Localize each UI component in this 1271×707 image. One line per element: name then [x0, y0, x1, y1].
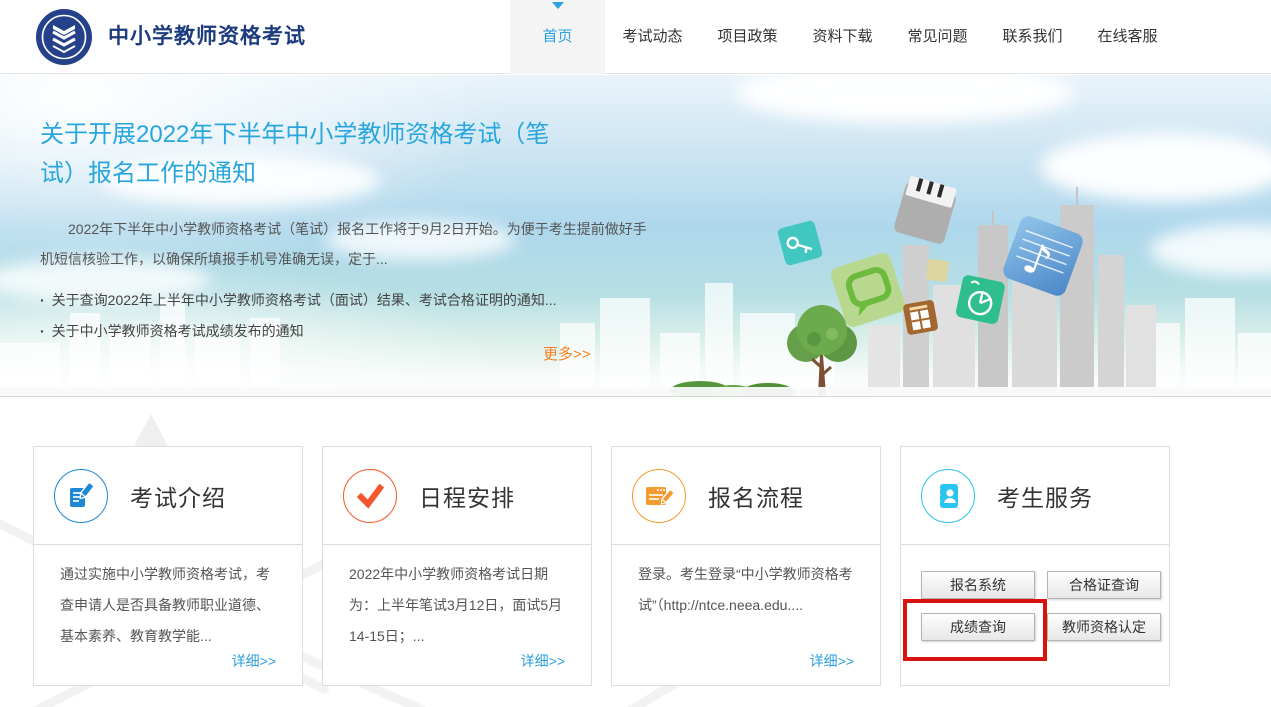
nav-item-online-service[interactable]: 在线客服 [1080, 0, 1175, 74]
hero-news-list: 关于查询2022年上半年中小学教师资格考试（面试）结果、考试合格证明的通知...… [40, 285, 660, 347]
detail-link[interactable]: 详细>> [810, 651, 854, 671]
card-body-text: 通过实施中小学教师资格考试，考查申请人是否具备教师职业道德、基本素养、教育教学能… [60, 566, 270, 644]
card-header: 日程安排 [323, 447, 591, 545]
news-link[interactable]: 关于查询2022年上半年中小学教师资格考试（面试）结果、考试合格证明的通知... [40, 285, 660, 316]
hero-notice-summary: 2022年下半年中小学教师资格考试（笔试）报名工作将于9月2日开始。为便于考生提… [40, 221, 647, 267]
nav-item-policies[interactable]: 项目政策 [700, 0, 795, 74]
nav-item-faq[interactable]: 常见问题 [890, 0, 985, 74]
nav-item-downloads[interactable]: 资料下载 [795, 0, 890, 74]
detail-link[interactable]: 详细>> [232, 651, 276, 671]
document-pencil-icon [54, 468, 108, 523]
detail-link[interactable]: 详细>> [521, 651, 565, 671]
hero-banner: ♪ 关于开展2022年下半年中小学教师资格考试（笔试）报名工作的通知 2022年… [0, 75, 1271, 397]
card-4: 考生服务 报名系统 合格证查询 成绩查询 教师资格认定 [900, 446, 1170, 686]
site-title: 中小学教师资格考试 [108, 25, 306, 48]
nav-item-home[interactable]: 首页 [510, 0, 605, 74]
card-body-text: 登录。考生登录“中小学教师资格考试”（http://ntce.neea.edu.… [638, 566, 853, 613]
card-title[interactable]: 日程安排 [419, 479, 515, 513]
main-nav: 首页 考试动态 项目政策 资料下载 常见问题 联系我们 在线客服 [510, 0, 1175, 74]
teacher-qualification-button[interactable]: 教师资格认定 [1047, 613, 1161, 641]
cards-row: 考试介绍 通过实施中小学教师资格考试，考查申请人是否具备教师职业道德、基本素养、… [33, 446, 1170, 686]
page: 中小学教师资格考试 首页 考试动态 项目政策 资料下载 常见问题 联系我们 在线… [0, 0, 1271, 707]
card-title[interactable]: 考试介绍 [130, 479, 226, 513]
site-logo-icon [36, 9, 92, 65]
nav-item-contact[interactable]: 联系我们 [985, 0, 1080, 74]
card-header: 考试介绍 [34, 447, 302, 545]
score-query-button[interactable]: 成绩查询 [921, 613, 1035, 641]
card-header: 考生服务 [901, 447, 1169, 545]
card-2: 日程安排 2022年中小学教师资格考试日期为：上半年笔试3月12日，面试5月14… [322, 446, 592, 686]
card-body-text: 2022年中小学教师资格考试日期为：上半年笔试3月12日，面试5月14-15日；… [349, 566, 563, 644]
header: 中小学教师资格考试 首页 考试动态 项目政策 资料下载 常见问题 联系我们 在线… [0, 0, 1271, 74]
more-link[interactable]: 更多>> [543, 343, 591, 364]
background-triangle-shape [134, 414, 168, 446]
hero-content: 关于开展2022年下半年中小学教师资格考试（笔试）报名工作的通知 2022年下半… [40, 115, 660, 347]
nav-item-exam-news[interactable]: 考试动态 [605, 0, 700, 74]
hero-notice-title[interactable]: 关于开展2022年下半年中小学教师资格考试（笔试）报名工作的通知 [40, 115, 585, 193]
check-icon [343, 468, 397, 523]
card-header: 报名流程 [612, 447, 880, 545]
card-3: 报名流程 登录。考生登录“中小学教师资格考试”（http://ntce.neea… [611, 446, 881, 686]
card-1: 考试介绍 通过实施中小学教师资格考试，考查申请人是否具备教师职业道德、基本素养、… [33, 446, 303, 686]
card-title[interactable]: 报名流程 [708, 479, 804, 513]
registration-system-button[interactable]: 报名系统 [921, 571, 1035, 599]
form-pencil-icon [632, 468, 686, 523]
contact-book-icon [921, 468, 975, 523]
certificate-query-button[interactable]: 合格证查询 [1047, 571, 1161, 599]
card-title[interactable]: 考生服务 [997, 479, 1093, 513]
